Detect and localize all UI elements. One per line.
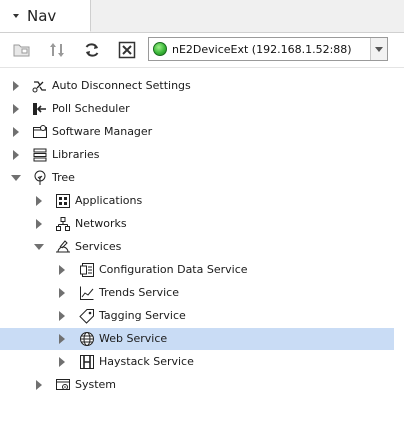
caret-down-icon[interactable] <box>13 14 19 18</box>
expand-arrow-icon[interactable] <box>36 196 42 206</box>
tree-item-networks[interactable]: Networks <box>0 213 394 235</box>
tree-item-label: Haystack Service <box>99 355 194 368</box>
new-folder-icon[interactable] <box>12 40 32 60</box>
tree-item-label: Tagging Service <box>99 309 186 322</box>
libraries-icon <box>32 147 48 163</box>
tree-item-label: Configuration Data Service <box>99 263 248 276</box>
host-label: nE2DeviceExt (192.168.1.52:88) <box>172 43 352 56</box>
networks-icon <box>55 216 71 232</box>
nav-toolbar: nE2DeviceExt (192.168.1.52:88) <box>0 33 404 68</box>
tree-item-poll-scheduler[interactable]: Poll Scheduler <box>0 98 394 120</box>
tagging-icon <box>79 308 95 324</box>
tree-item-label: Software Manager <box>52 125 153 138</box>
tree-item-services[interactable]: Services <box>0 236 394 258</box>
tree-item-tagging-service[interactable]: Tagging Service <box>0 305 394 327</box>
haystack-icon <box>79 354 95 370</box>
tree-item-tree[interactable]: Tree <box>0 167 394 189</box>
refresh-icon[interactable] <box>82 40 102 60</box>
applications-icon <box>55 193 71 209</box>
tree-item-label: Tree <box>52 171 75 184</box>
expand-arrow-icon[interactable] <box>13 81 19 91</box>
expand-arrow-icon[interactable] <box>13 104 19 114</box>
auto-disconnect-icon <box>32 78 48 94</box>
tree-item-label: Services <box>75 240 122 253</box>
sort-icon[interactable] <box>47 40 67 60</box>
trends-icon <box>79 285 95 301</box>
expand-arrow-icon[interactable] <box>59 357 65 367</box>
expand-arrow-icon[interactable] <box>59 288 65 298</box>
tree-item-haystack-service[interactable]: Haystack Service <box>0 351 394 373</box>
expand-arrow-icon[interactable] <box>36 380 42 390</box>
tree-item-label: System <box>75 378 117 391</box>
configuration-data-icon <box>79 262 95 278</box>
tree-item-trends-service[interactable]: Trends Service <box>0 282 394 304</box>
poll-scheduler-icon <box>32 101 48 117</box>
tree-item-label: Poll Scheduler <box>52 102 130 115</box>
tree-item-libraries[interactable]: Libraries <box>0 144 394 166</box>
tree-item-system[interactable]: System <box>0 374 394 396</box>
tree-icon <box>32 170 48 186</box>
collapse-arrow-icon[interactable] <box>34 244 44 250</box>
connection-status-icon <box>153 42 167 56</box>
expand-arrow-icon[interactable] <box>59 311 65 321</box>
tree-item-applications[interactable]: Applications <box>0 190 394 212</box>
expand-arrow-icon[interactable] <box>36 219 42 229</box>
tree-item-web-service[interactable]: Web Service <box>0 328 394 350</box>
tree-item-label: Trends Service <box>99 286 179 299</box>
services-icon <box>55 239 71 255</box>
nav-tab[interactable]: Nav <box>0 0 91 32</box>
expand-arrow-icon[interactable] <box>13 127 19 137</box>
tree-item-label: Auto Disconnect Settings <box>52 79 191 92</box>
tree-item-label: Networks <box>75 217 127 230</box>
expand-arrow-icon[interactable] <box>59 265 65 275</box>
tree-item-configuration-data-service[interactable]: Configuration Data Service <box>0 259 394 281</box>
tree-item-label: Libraries <box>52 148 100 161</box>
tree-item-software-manager[interactable]: Software Manager <box>0 121 394 143</box>
tree-item-label: Web Service <box>99 332 168 345</box>
close-icon[interactable] <box>117 40 137 60</box>
system-icon <box>55 377 71 393</box>
nav-title: Nav <box>27 7 57 25</box>
tree-item-auto-disconnect-settings[interactable]: Auto Disconnect Settings <box>0 75 394 97</box>
expand-arrow-icon[interactable] <box>59 334 65 344</box>
web-service-icon <box>79 331 95 347</box>
collapse-arrow-icon[interactable] <box>11 175 21 181</box>
software-manager-icon <box>32 124 48 140</box>
tree-item-label: Applications <box>75 194 143 207</box>
nav-header: Nav <box>0 0 404 33</box>
expand-arrow-icon[interactable] <box>13 150 19 160</box>
dropdown-arrow-icon[interactable] <box>370 38 387 60</box>
host-selector[interactable]: nE2DeviceExt (192.168.1.52:88) <box>148 37 388 61</box>
